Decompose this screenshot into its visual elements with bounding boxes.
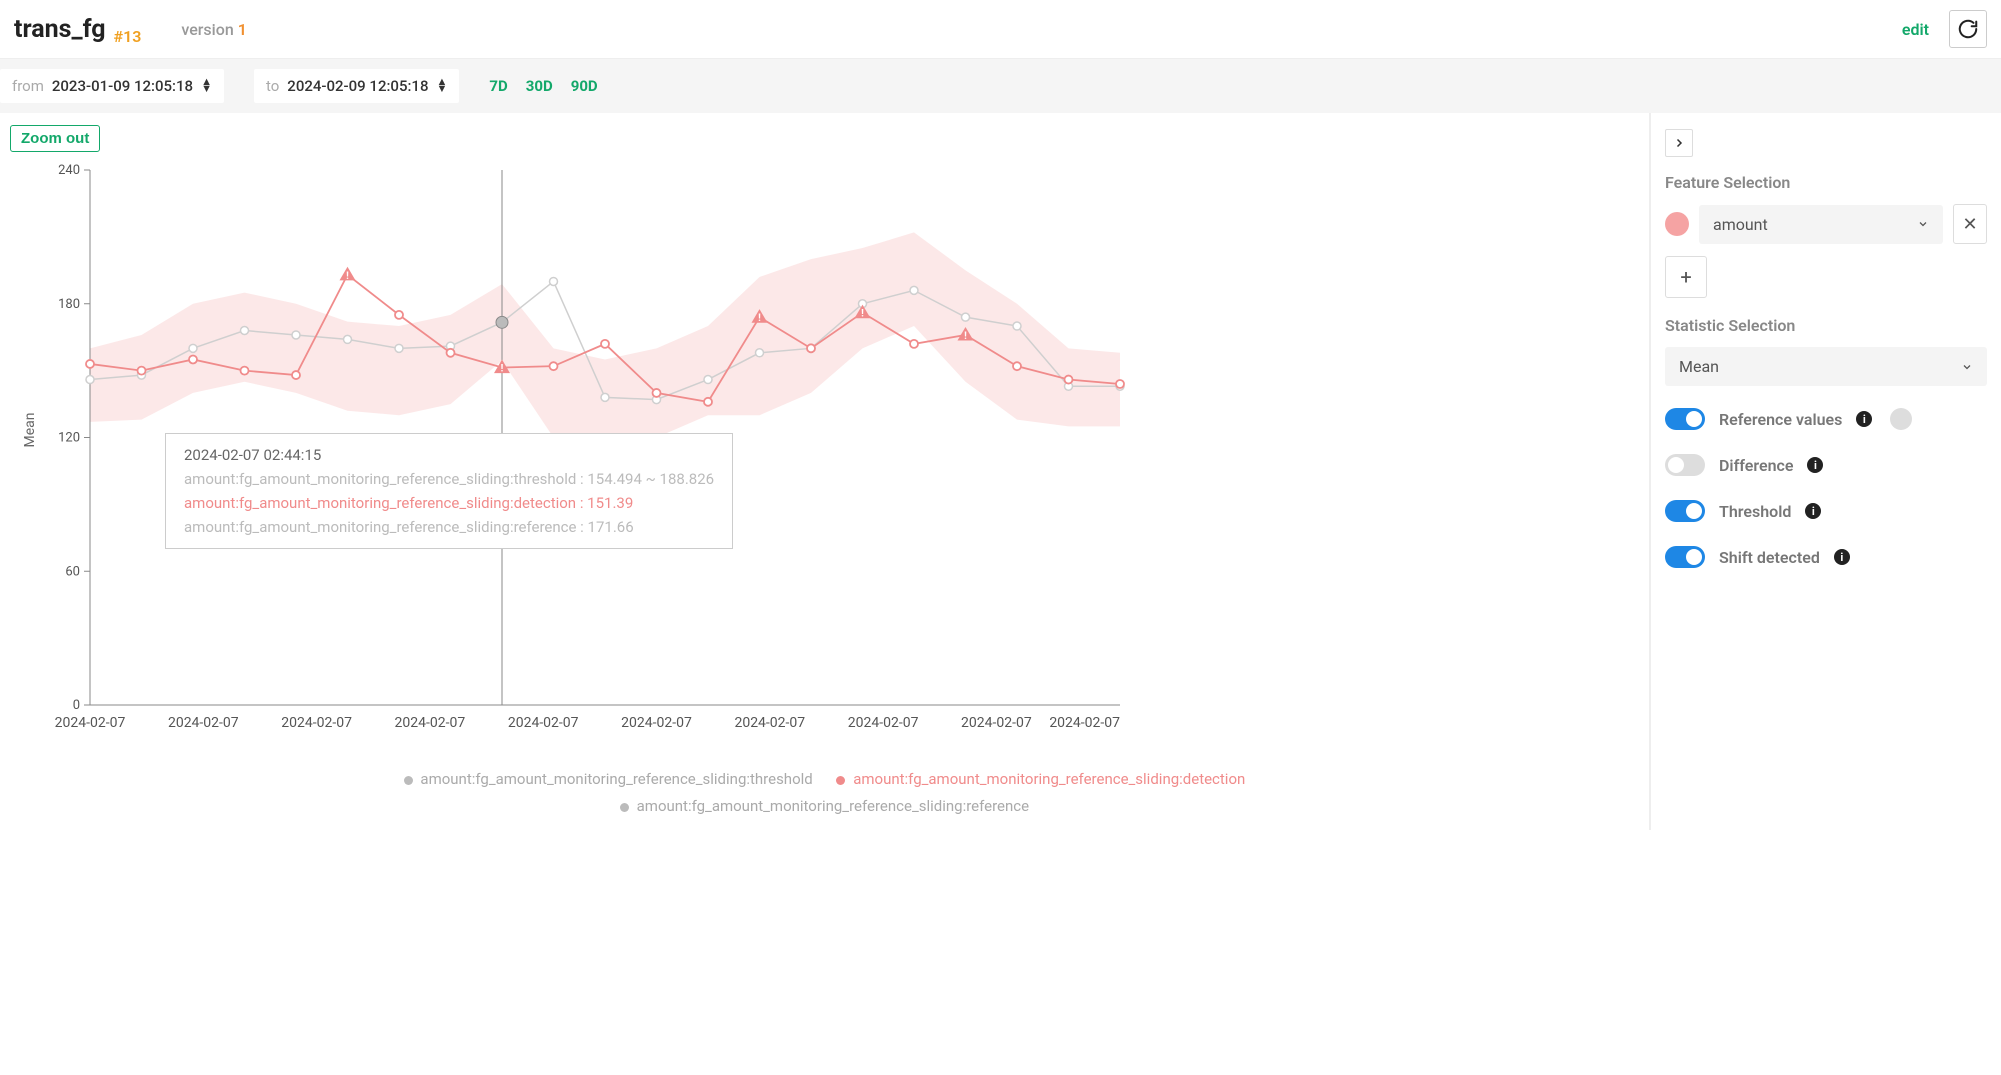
svg-text:2024-02-07: 2024-02-07: [1049, 715, 1120, 731]
svg-text:!: !: [758, 313, 761, 324]
svg-text:!: !: [964, 331, 967, 342]
tooltip-reference: amount:fg_amount_monitoring_reference_sl…: [184, 518, 714, 536]
svg-text:180: 180: [58, 297, 80, 312]
option-label: Difference: [1719, 456, 1793, 475]
svg-text:60: 60: [65, 564, 80, 579]
tooltip-detection: amount:fg_amount_monitoring_reference_sl…: [184, 494, 714, 512]
sort-icon: ▲▼: [201, 79, 212, 92]
chart-panel: Zoom out Mean 0 60 120 180 240 2024-02-07 2024…: [0, 113, 1651, 830]
option-label: Reference values: [1719, 410, 1842, 429]
legend-reference[interactable]: amount:fg_amount_monitoring_reference_sl…: [620, 797, 1029, 815]
option-label: Threshold: [1719, 502, 1791, 521]
svg-text:2024-02-07: 2024-02-07: [55, 715, 126, 731]
sort-icon: ▲▼: [437, 79, 448, 92]
remove-feature-button[interactable]: ✕: [1953, 204, 1987, 244]
statistic-select[interactable]: Mean: [1665, 347, 1987, 386]
stat-section-title: Statistic Selection: [1665, 316, 1987, 335]
feature-select[interactable]: amount: [1699, 205, 1943, 244]
statistic-select-value: Mean: [1679, 357, 1719, 376]
option-difference: Difference i: [1665, 454, 1987, 476]
dot-icon: [620, 803, 629, 812]
dot-icon: [836, 776, 845, 785]
toggle-shift-detected[interactable]: [1665, 546, 1705, 568]
refresh-icon: [1957, 18, 1979, 40]
option-threshold: Threshold i: [1665, 500, 1987, 522]
to-value: 2024-02-09 12:05:18: [287, 77, 428, 95]
version-number: 1: [238, 20, 247, 39]
edit-link[interactable]: edit: [1902, 20, 1929, 39]
chart-legend: amount:fg_amount_monitoring_reference_sl…: [10, 766, 1639, 820]
page-title: trans_fg: [14, 15, 106, 44]
option-reference-values: Reference values i: [1665, 408, 1987, 430]
version-label: version: [181, 20, 233, 39]
toggle-reference-values[interactable]: [1665, 408, 1705, 430]
preset-90d[interactable]: 90D: [571, 77, 598, 95]
plus-icon: +: [1680, 265, 1691, 289]
svg-text:0: 0: [73, 698, 80, 713]
info-icon[interactable]: i: [1834, 549, 1850, 565]
tooltip-threshold: amount:fg_amount_monitoring_reference_sl…: [184, 470, 714, 488]
svg-text:!: !: [861, 309, 864, 320]
svg-text:2024-02-07: 2024-02-07: [168, 715, 239, 731]
from-value: 2023-01-09 12:05:18: [52, 77, 193, 95]
refresh-button[interactable]: [1949, 10, 1987, 48]
side-panel: Feature Selection amount ✕ + Statistic S…: [1651, 113, 2001, 830]
svg-text:!: !: [501, 364, 504, 375]
info-icon[interactable]: i: [1807, 457, 1823, 473]
info-icon[interactable]: i: [1856, 411, 1872, 427]
tooltip-date: 2024-02-07 02:44:15: [184, 446, 714, 464]
from-date-select[interactable]: from 2023-01-09 12:05:18 ▲▼: [0, 69, 224, 103]
toggle-difference[interactable]: [1665, 454, 1705, 476]
svg-text:2024-02-07: 2024-02-07: [961, 715, 1032, 731]
page-hash: #13: [114, 27, 142, 46]
toggle-threshold[interactable]: [1665, 500, 1705, 522]
feature-section-title: Feature Selection: [1665, 173, 1987, 192]
add-feature-button[interactable]: +: [1665, 256, 1707, 298]
option-shift-detected: Shift detected i: [1665, 546, 1987, 568]
preset-7d[interactable]: 7D: [489, 77, 507, 95]
legend-color-dot: [1890, 408, 1912, 430]
svg-text:2024-02-07: 2024-02-07: [734, 715, 805, 731]
to-date-select[interactable]: to 2024-02-09 12:05:18 ▲▼: [254, 69, 459, 103]
option-label: Shift detected: [1719, 548, 1820, 567]
chevron-down-icon: [1961, 361, 1973, 373]
date-range-bar: from 2023-01-09 12:05:18 ▲▼ to 2024-02-0…: [0, 59, 2001, 113]
feature-color-dot: [1665, 212, 1689, 236]
legend-detection[interactable]: amount:fg_amount_monitoring_reference_sl…: [836, 770, 1245, 788]
feature-select-value: amount: [1713, 215, 1768, 234]
to-label: to: [266, 77, 279, 95]
legend-threshold[interactable]: amount:fg_amount_monitoring_reference_sl…: [404, 770, 817, 788]
svg-text:120: 120: [58, 431, 80, 446]
svg-text:2024-02-07: 2024-02-07: [848, 715, 919, 731]
y-axis-label: Mean: [22, 413, 38, 448]
page-header: trans_fg #13 version 1 edit: [0, 0, 2001, 59]
dot-icon: [404, 776, 413, 785]
preset-30d[interactable]: 30D: [526, 77, 553, 95]
svg-text:2024-02-07: 2024-02-07: [508, 715, 579, 731]
close-icon: ✕: [1962, 214, 1977, 235]
svg-text:2024-02-07: 2024-02-07: [621, 715, 692, 731]
info-icon[interactable]: i: [1805, 503, 1821, 519]
svg-text:240: 240: [58, 163, 80, 178]
collapse-panel-button[interactable]: [1665, 129, 1693, 157]
chevron-right-icon: [1673, 137, 1685, 149]
chart-tooltip: 2024-02-07 02:44:15 amount:fg_amount_mon…: [165, 433, 733, 549]
zoom-out-button[interactable]: Zoom out: [10, 125, 100, 152]
svg-text:!: !: [346, 271, 349, 282]
chevron-down-icon: [1917, 218, 1929, 230]
from-label: from: [12, 77, 44, 95]
svg-text:2024-02-07: 2024-02-07: [395, 715, 466, 731]
svg-text:2024-02-07: 2024-02-07: [281, 715, 352, 731]
